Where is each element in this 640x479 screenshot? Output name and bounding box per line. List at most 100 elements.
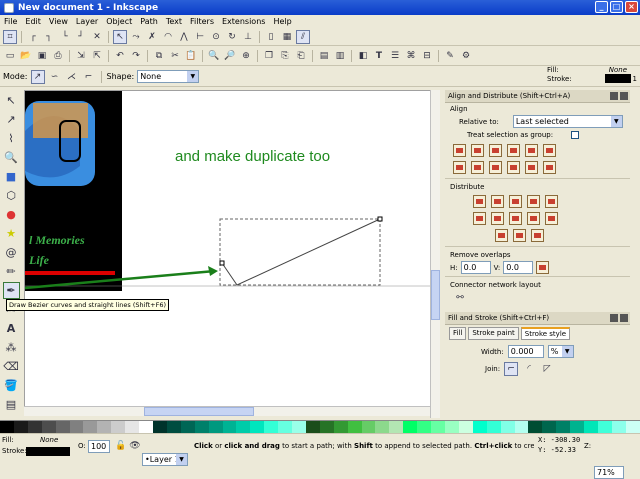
box3d-tool-icon[interactable]: ⬡ — [3, 187, 20, 204]
spiral-tool-icon[interactable]: @ — [3, 244, 20, 261]
copy-icon[interactable]: ⧉ — [152, 49, 166, 63]
gradient-tool-icon[interactable]: ▤ — [3, 396, 20, 413]
panel-menu-icon-2[interactable] — [610, 314, 618, 322]
palette-swatch-31[interactable] — [431, 421, 445, 433]
snap-midpoint-icon[interactable]: ⊢ — [193, 30, 207, 44]
snap-grid-icon[interactable]: ▦ — [280, 30, 294, 44]
panel-menu-icon[interactable] — [610, 92, 618, 100]
distribute-baseline-h-icon[interactable] — [545, 195, 558, 208]
snap-rotation-icon[interactable]: ↻ — [225, 30, 239, 44]
palette-swatch-35[interactable] — [486, 421, 501, 433]
menu-file[interactable]: File — [4, 17, 17, 26]
palette-swatch-17[interactable] — [236, 421, 251, 433]
paste-icon[interactable]: 📋 — [184, 49, 198, 63]
tab-stroke-paint[interactable]: Stroke paint — [468, 327, 519, 340]
palette-swatch-29[interactable] — [403, 421, 418, 433]
distribute-baseline-v-icon[interactable] — [545, 212, 558, 225]
unlink-clone-icon[interactable]: ⎗ — [294, 49, 308, 63]
clone-icon[interactable]: ⎘ — [278, 49, 292, 63]
distribute-bottom-icon[interactable] — [527, 212, 540, 225]
palette-swatch-0[interactable] — [0, 421, 14, 433]
paraxial-mode-icon[interactable]: ⌐ — [82, 70, 96, 84]
remove-overlaps-icon[interactable] — [536, 261, 550, 274]
align-right-icon[interactable] — [507, 144, 520, 157]
distribute-gaps-v-icon[interactable] — [509, 212, 522, 225]
shape-select[interactable]: None ▼ — [137, 70, 200, 83]
center-horizontal-icon[interactable] — [489, 161, 502, 174]
connector-layout-icon[interactable]: ⚯ — [453, 291, 467, 305]
palette-swatch-4[interactable] — [55, 421, 70, 433]
palette-swatch-24[interactable] — [333, 421, 348, 433]
align-text-icon[interactable] — [543, 144, 556, 157]
palette-swatch-11[interactable] — [152, 421, 167, 433]
snap-toggle-icon[interactable]: ⌗ — [3, 30, 17, 44]
distribute-gaps-h-icon[interactable] — [509, 195, 522, 208]
snap-center-icon[interactable]: ✕ — [90, 30, 104, 44]
document-properties-icon[interactable]: ⚙ — [459, 49, 473, 63]
width-spinbox[interactable]: 0.000 — [507, 345, 544, 358]
group-icon[interactable]: ▤ — [317, 49, 331, 63]
unclump-icon[interactable] — [513, 229, 526, 242]
palette-swatch-26[interactable] — [361, 421, 376, 433]
palette-swatch-38[interactable] — [528, 421, 543, 433]
align-baseline-icon[interactable] — [543, 161, 556, 174]
redo-icon[interactable]: ↷ — [129, 49, 143, 63]
spray-tool-icon[interactable]: ⁂ — [3, 339, 20, 356]
palette-swatch-20[interactable] — [278, 421, 293, 433]
palette-swatch-36[interactable] — [500, 421, 515, 433]
print-icon[interactable]: ⎙ — [51, 49, 65, 63]
distribute-center-icon[interactable] — [491, 195, 504, 208]
palette-swatch-23[interactable] — [319, 421, 334, 433]
menu-help[interactable]: Help — [273, 17, 291, 26]
align-icon[interactable]: ⊟ — [420, 49, 434, 63]
text-font-icon[interactable]: T — [372, 49, 386, 63]
vertical-scrollbar[interactable] — [430, 90, 440, 418]
align-top-icon[interactable] — [471, 161, 484, 174]
align-bottom-edge-icon[interactable] — [453, 161, 466, 174]
palette-swatch-16[interactable] — [222, 421, 237, 433]
palette-swatch-12[interactable] — [166, 421, 181, 433]
fill-stroke-icon[interactable]: ◧ — [356, 49, 370, 63]
menu-view[interactable]: View — [49, 17, 68, 26]
palette-swatch-3[interactable] — [41, 421, 56, 433]
palette-swatch-41[interactable] — [570, 421, 585, 433]
ellipse-tool-icon[interactable]: ● — [3, 206, 20, 223]
close-button[interactable]: × — [625, 1, 638, 13]
export-icon[interactable]: ⇱ — [90, 49, 104, 63]
cut-icon[interactable]: ✂ — [168, 49, 182, 63]
palette-swatch-13[interactable] — [180, 421, 195, 433]
palette-swatch-30[interactable] — [417, 421, 432, 433]
snap-bbox-edge-icon[interactable]: ┐ — [42, 30, 56, 44]
palette-swatch-9[interactable] — [125, 421, 140, 433]
tab-fill[interactable]: Fill — [449, 327, 467, 340]
palette-swatch-14[interactable] — [194, 421, 209, 433]
canvas[interactable]: and make duplicate too l Memories Life — [24, 90, 439, 416]
randomize-icon[interactable] — [495, 229, 508, 242]
snap-guide-icon[interactable]: ⫽ — [296, 30, 310, 44]
relative-to-select[interactable]: Last selected ▼ — [512, 115, 623, 128]
palette-swatch-10[interactable] — [139, 421, 153, 433]
palette-swatch-15[interactable] — [208, 421, 223, 433]
opacity-spinbox[interactable]: 100 — [88, 440, 110, 453]
unit-select[interactable]: % ▼ — [547, 345, 574, 358]
snap-cusp-icon[interactable]: ⋀ — [177, 30, 191, 44]
menu-filters[interactable]: Filters — [190, 17, 214, 26]
palette-swatch-27[interactable] — [375, 421, 390, 433]
palette-swatch-44[interactable] — [611, 421, 626, 433]
open-icon[interactable]: 📂 — [19, 49, 33, 63]
palette-swatch-34[interactable] — [472, 421, 487, 433]
distribute-left-icon[interactable] — [473, 195, 486, 208]
palette-swatch-33[interactable] — [458, 421, 473, 433]
panel-close-icon-2[interactable] — [620, 314, 628, 322]
bucket-tool-icon[interactable]: 🪣 — [3, 377, 20, 394]
bevel-join-icon[interactable]: ◸ — [540, 362, 554, 376]
align-left-edge-icon[interactable] — [453, 144, 466, 157]
panel-close-icon[interactable] — [620, 92, 628, 100]
polyline-mode-icon[interactable]: ⋌ — [65, 70, 79, 84]
palette-swatch-28[interactable] — [389, 421, 404, 433]
palette-swatch-1[interactable] — [13, 421, 28, 433]
color-palette[interactable] — [0, 420, 640, 433]
snap-page-icon[interactable]: ▯ — [264, 30, 278, 44]
snap-smooth-icon[interactable]: ◠ — [161, 30, 175, 44]
zoom-spinbox[interactable]: 71% — [594, 466, 624, 479]
